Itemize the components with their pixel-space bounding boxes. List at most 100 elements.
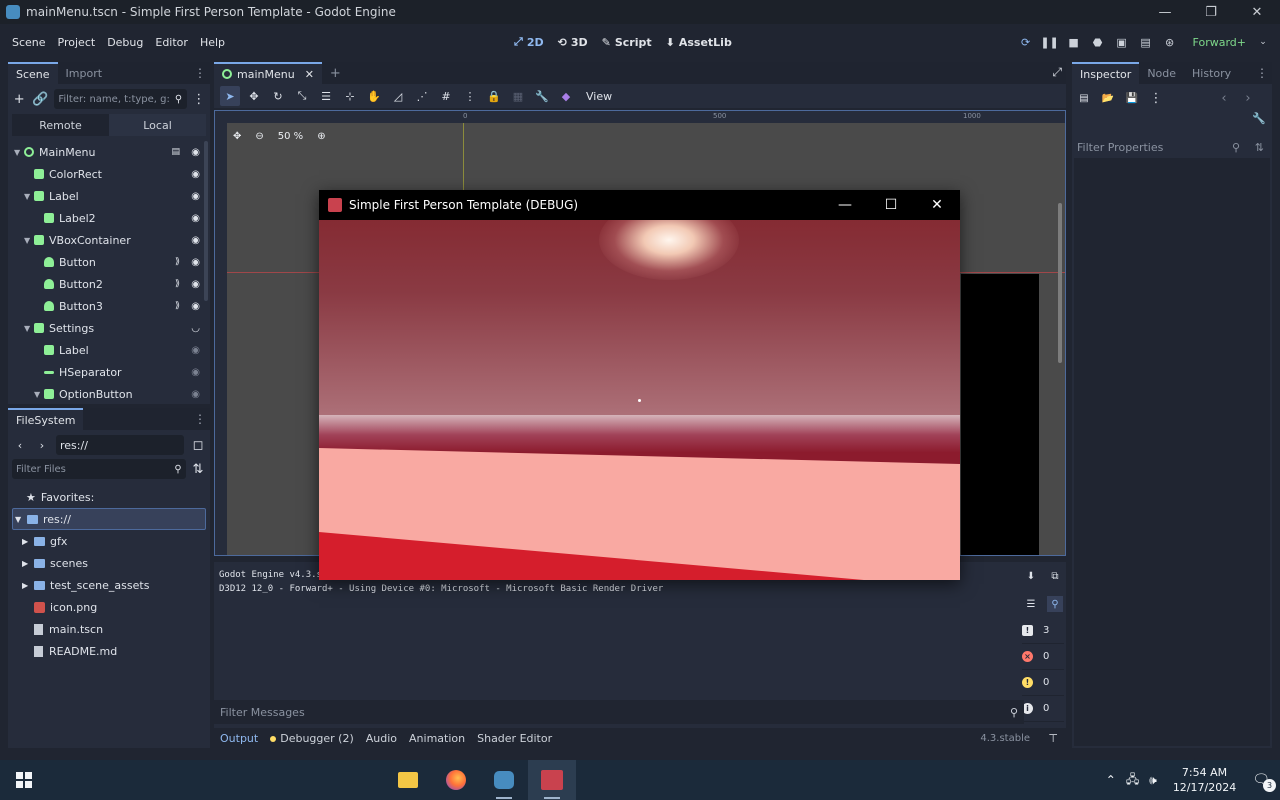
engine-version[interactable]: 4.3.stable <box>980 733 1030 744</box>
tab-history[interactable]: History <box>1184 62 1239 84</box>
tab-filesystem[interactable]: FileSystem <box>8 408 84 430</box>
run-custom-scene-icon[interactable]: ▤ <box>1139 35 1153 49</box>
zoom-in-icon[interactable]: ⊕ <box>317 131 325 142</box>
tree-node-optionbutton[interactable]: ▼ OptionButton ◉ <box>12 383 202 405</box>
colorrect-preview[interactable] <box>961 274 1039 555</box>
close-button[interactable]: ✕ <box>1234 0 1280 24</box>
scale-mode-icon[interactable]: ⤡ <box>292 86 312 106</box>
view-menu[interactable]: View <box>580 90 618 103</box>
file-item-icon-png[interactable]: icon.png <box>12 596 206 618</box>
signal-icon[interactable]: ⟫ <box>175 279 180 289</box>
chevron-down-icon[interactable]: ⌄ <box>1256 35 1270 49</box>
file-item-scenes[interactable]: ▶ scenes <box>12 552 206 574</box>
move-mode-icon[interactable]: ✥ <box>244 86 264 106</box>
distraction-free-icon[interactable]: ⤢ <box>1052 65 1062 80</box>
filter-messages-input[interactable]: Filter Messages ⚲ <box>214 700 1024 724</box>
visibility-eye-icon[interactable]: ◉ <box>191 389 200 400</box>
game-close-button[interactable]: ✕ <box>914 190 960 220</box>
scene-filter-input[interactable] <box>54 89 188 109</box>
visibility-eye-icon[interactable]: ◉ <box>191 191 200 202</box>
tree-node-hseparator[interactable]: HSeparator ◉ <box>12 361 202 383</box>
file-item-gfx[interactable]: ▶ gfx <box>12 530 206 552</box>
taskbar-firefox[interactable] <box>432 760 480 800</box>
tab-node[interactable]: Node <box>1139 62 1184 84</box>
close-icon[interactable]: ✕ <box>305 68 314 81</box>
game-minimize-button[interactable]: — <box>822 190 868 220</box>
run-current-scene-icon[interactable]: ▣ <box>1115 35 1129 49</box>
mode-assetlib-button[interactable]: ⬇ AssetLib <box>666 36 732 49</box>
chevron-down-icon[interactable]: ▼ <box>24 192 34 201</box>
split-view-icon[interactable]: ◻ <box>190 437 206 453</box>
tree-node-vboxcontainer[interactable]: ▼ VBoxContainer ◉ <box>12 229 202 251</box>
clock[interactable]: 7:54 AM 12/17/2024 <box>1173 765 1236 795</box>
ruler-icon[interactable]: ◿ <box>388 86 408 106</box>
new-resource-icon[interactable]: ▤ <box>1076 90 1092 106</box>
history-forward-icon[interactable]: › <box>1240 90 1256 106</box>
network-icon[interactable]: 🖧 <box>1126 770 1139 791</box>
snap-options-icon[interactable]: ⋮ <box>460 86 480 106</box>
minimize-button[interactable]: — <box>1142 0 1188 24</box>
menu-help[interactable]: Help <box>194 36 231 49</box>
grid-snap-icon[interactable]: # <box>436 86 456 106</box>
tab-animation[interactable]: Animation <box>409 732 465 745</box>
list-select-icon[interactable]: ☰ <box>316 86 336 106</box>
chevron-down-icon[interactable]: ▼ <box>24 236 34 245</box>
filter-properties-input[interactable]: Filter Properties ⚲ ⇅ <box>1072 136 1272 158</box>
visibility-eye-icon[interactable]: ◉ <box>191 257 200 268</box>
movie-maker-icon[interactable]: ⊛ <box>1163 35 1177 49</box>
mode-script-button[interactable]: ✎ Script <box>602 36 652 49</box>
taskbar-godot[interactable] <box>480 760 528 800</box>
sort-icon[interactable]: ⇅ <box>190 461 206 477</box>
chevron-down-icon[interactable]: ▼ <box>15 515 27 524</box>
dock-menu-icon[interactable]: ⋮ <box>194 412 206 426</box>
menu-editor[interactable]: Editor <box>149 36 194 49</box>
lock-icon[interactable]: 🔒 <box>484 86 504 106</box>
chevron-up-icon[interactable]: ⌃ <box>1106 773 1116 787</box>
tab-mainmenu[interactable]: mainMenu ✕ <box>214 62 322 84</box>
visibility-eye-icon[interactable]: ◉ <box>191 345 200 356</box>
visibility-eye-icon[interactable]: ◉ <box>191 169 200 180</box>
visibility-eye-icon[interactable]: ◉ <box>191 367 200 378</box>
select-mode-icon[interactable]: ➤ <box>220 86 240 106</box>
tab-debugger[interactable]: Debugger (2) <box>270 732 354 745</box>
zoom-level[interactable]: 50 % <box>278 131 303 142</box>
scene-tree-scrollbar[interactable] <box>204 141 208 301</box>
skeleton-icon[interactable]: 🔧 <box>532 86 552 106</box>
history-back-icon[interactable]: ‹ <box>1216 90 1232 106</box>
visibility-eye-icon[interactable]: ◉ <box>191 235 200 246</box>
visibility-eye-icon[interactable]: ◉ <box>191 213 200 224</box>
chevron-down-icon[interactable]: ▼ <box>34 390 44 399</box>
game-maximize-button[interactable]: ☐ <box>868 190 914 220</box>
pan-mode-icon[interactable]: ✋ <box>364 86 384 106</box>
chevron-right-icon[interactable]: ▶ <box>22 559 34 568</box>
game-debug-window[interactable]: Simple First Person Template (DEBUG) — ☐… <box>319 190 960 580</box>
hidden-eye-icon[interactable]: ◡ <box>191 323 200 334</box>
scene-options-icon[interactable]: ⋮ <box>192 91 206 107</box>
tab-inspector[interactable]: Inspector <box>1072 62 1140 84</box>
filter-info-toggle[interactable]: i 0 <box>1022 696 1064 722</box>
viewport-scrollbar[interactable] <box>1058 203 1062 363</box>
instance-scene-icon[interactable]: 🔗 <box>32 91 48 107</box>
filesystem-path-field[interactable]: res:// <box>56 435 184 455</box>
visibility-eye-icon[interactable]: ◉ <box>191 147 200 158</box>
taskbar-game[interactable] <box>528 760 576 800</box>
dock-menu-icon[interactable]: ⋮ <box>194 66 206 80</box>
pause-icon[interactable]: ❚❚ <box>1040 35 1058 49</box>
file-item-test-scene-assets[interactable]: ▶ test_scene_assets <box>12 574 206 596</box>
visibility-eye-icon[interactable]: ◉ <box>191 279 200 290</box>
start-button[interactable] <box>16 772 32 788</box>
filter-warnings-toggle[interactable]: ! 0 <box>1022 670 1064 696</box>
tree-node-label[interactable]: ▼ Label ◉ <box>12 185 202 207</box>
add-scene-tab-button[interactable]: + <box>322 62 349 84</box>
mode-2d-button[interactable]: ⤢ 2D <box>514 35 544 49</box>
tab-audio[interactable]: Audio <box>366 732 397 745</box>
copy-icon[interactable]: ⧉ <box>1047 568 1063 584</box>
volume-icon[interactable]: 🕪 <box>1149 773 1157 788</box>
collapse-icon[interactable]: ☰ <box>1023 596 1039 612</box>
back-arrow-icon[interactable]: ‹ <box>12 437 28 453</box>
pivot-icon[interactable]: ⊹ <box>340 86 360 106</box>
smart-snap-icon[interactable]: ⋰ <box>412 86 432 106</box>
tree-node-colorrect[interactable]: ColorRect ◉ <box>12 163 202 185</box>
dock-menu-icon[interactable]: ⋮ <box>1256 66 1268 80</box>
menu-debug[interactable]: Debug <box>101 36 149 49</box>
